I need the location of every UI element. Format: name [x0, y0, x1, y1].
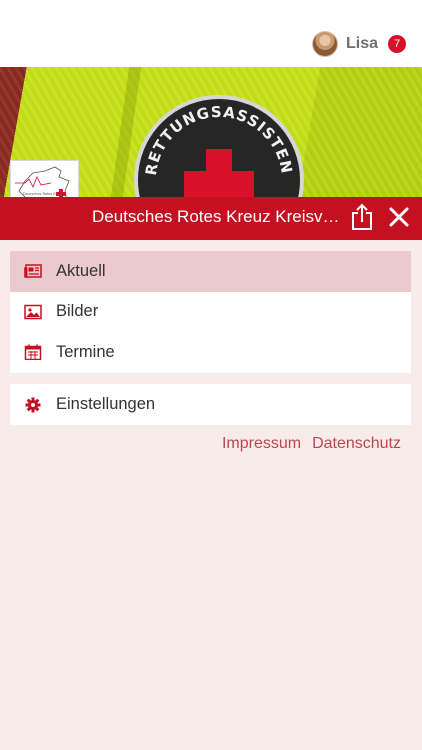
close-icon[interactable] — [387, 205, 411, 229]
user-profile[interactable]: Lisa 7 — [311, 30, 406, 58]
red-cross-patch: RETTUNGSASSISTENT — [134, 95, 304, 197]
newspaper-icon — [24, 264, 42, 278]
logo-text-line1: Deutsches Rotes Kreuz — [23, 192, 63, 196]
menu-label-bilder: Bilder — [56, 302, 99, 321]
share-button[interactable] — [350, 203, 376, 231]
top-bar: Lisa 7 — [0, 0, 422, 67]
avatar[interactable] — [311, 31, 338, 57]
username[interactable]: Lisa — [346, 35, 378, 53]
gear-icon — [25, 397, 41, 412]
notification-badge[interactable]: 7 — [388, 35, 406, 53]
menu-item-termine[interactable]: Termine — [10, 332, 411, 373]
menu-label-termine: Termine — [56, 342, 115, 361]
menu-label-aktuell: Aktuell — [56, 261, 106, 280]
impressum-link[interactable]: Impressum — [222, 435, 301, 453]
image-icon — [24, 304, 42, 319]
footer-links: Impressum Datenschutz — [222, 435, 401, 453]
header-title: Deutsches Rotes Kreuz Kreisverband — [92, 207, 342, 226]
app-header: Deutsches Rotes Kreuz Kreisverband — [0, 197, 422, 240]
calendar-icon — [24, 344, 42, 361]
menu-item-aktuell[interactable]: Aktuell — [10, 251, 411, 292]
settings-menu: Einstellungen — [10, 384, 411, 425]
share-icon[interactable] — [350, 203, 376, 231]
main-menu: Aktuell Bilder Termine — [10, 251, 411, 373]
menu-item-bilder[interactable]: Bilder — [10, 292, 411, 333]
menu-item-einstellungen[interactable]: Einstellungen — [10, 384, 411, 425]
datenschutz-link[interactable]: Datenschutz — [312, 435, 401, 453]
close-button[interactable] — [387, 205, 411, 229]
menu-label-einstellungen: Einstellungen — [56, 395, 156, 413]
red-cross-horizontal — [184, 171, 254, 197]
